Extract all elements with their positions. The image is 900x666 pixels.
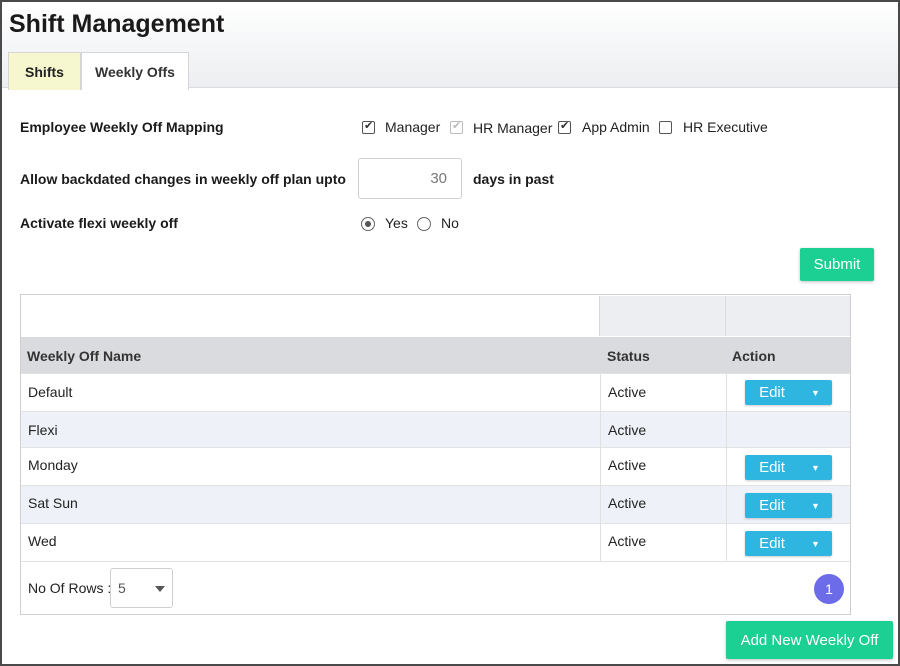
column-divider (726, 373, 727, 561)
edit-button[interactable]: Edit ▼ (745, 493, 832, 518)
rows-per-page-select[interactable]: 5 (110, 568, 173, 608)
row-status: Active (608, 384, 647, 400)
table-footer: No Of Rows : 5 1 (21, 561, 850, 614)
flexi-yes-label: Yes (385, 215, 408, 231)
app-admin-checkbox[interactable] (558, 119, 571, 134)
row-status: Active (608, 495, 647, 511)
row-name: Monday (28, 457, 78, 473)
row-name: Sat Sun (28, 495, 78, 511)
backdated-days-input[interactable] (358, 158, 462, 199)
tab-shifts[interactable]: Shifts (8, 52, 81, 90)
edit-label: Edit (759, 497, 785, 514)
row-name: Wed (28, 533, 57, 549)
page-title: Shift Management (9, 10, 225, 38)
row-status: Active (608, 422, 647, 438)
filter-cell-action (726, 296, 850, 336)
edit-label: Edit (759, 535, 785, 552)
backdated-suffix: days in past (473, 171, 554, 187)
app-admin-label: App Admin (582, 119, 650, 135)
table-header: Weekly Off Name Status Action (21, 337, 850, 373)
edit-label: Edit (759, 384, 785, 401)
edit-button[interactable]: Edit ▼ (745, 380, 832, 405)
header-name: Weekly Off Name (27, 348, 142, 364)
page-header: Shift Management Shifts Weekly Offs (2, 2, 898, 90)
column-divider (600, 373, 601, 561)
row-name: Flexi (28, 422, 58, 438)
hr-executive-checkbox[interactable] (659, 121, 672, 134)
header-action: Action (732, 348, 776, 364)
flexi-no-radio[interactable] (417, 217, 431, 231)
header-status: Status (607, 348, 650, 364)
weekly-off-table: Weekly Off Name Status Action Default Ac… (20, 294, 851, 615)
caret-down-icon[interactable]: ▼ (799, 463, 832, 473)
edit-button[interactable]: Edit ▼ (745, 455, 832, 480)
table-filter-row (21, 295, 850, 337)
row-status: Active (608, 457, 647, 473)
rows-per-page-value: 5 (118, 580, 126, 596)
manager-label: Manager (385, 119, 441, 135)
flexi-no-label: No (441, 215, 459, 231)
dropdown-arrow-icon (155, 586, 165, 592)
add-new-weekly-off-button[interactable]: Add New Weekly Off (726, 621, 893, 659)
row-name: Default (28, 384, 73, 400)
flexi-label: Activate flexi weekly off (20, 215, 178, 231)
flexi-yes-radio[interactable] (361, 217, 375, 231)
submit-button[interactable]: Submit (800, 248, 874, 281)
rows-per-page-label: No Of Rows : (28, 580, 112, 596)
edit-label: Edit (759, 459, 785, 476)
caret-down-icon[interactable]: ▼ (799, 388, 832, 398)
hr-manager-label: HR Manager (473, 120, 553, 136)
manager-checkbox[interactable] (362, 119, 375, 134)
hr-executive-label: HR Executive (683, 119, 768, 135)
tab-weekly-offs[interactable]: Weekly Offs (81, 52, 189, 90)
page-1-button[interactable]: 1 (814, 574, 844, 604)
hr-manager-checkbox (450, 119, 463, 134)
caret-down-icon[interactable]: ▼ (799, 539, 832, 549)
filter-cell-status (600, 296, 726, 336)
caret-down-icon[interactable]: ▼ (799, 501, 832, 511)
backdated-label: Allow backdated changes in weekly off pl… (20, 171, 346, 187)
mapping-label: Employee Weekly Off Mapping (20, 119, 224, 135)
filter-cell-name[interactable] (22, 296, 600, 336)
edit-button[interactable]: Edit ▼ (745, 531, 832, 556)
row-status: Active (608, 533, 647, 549)
